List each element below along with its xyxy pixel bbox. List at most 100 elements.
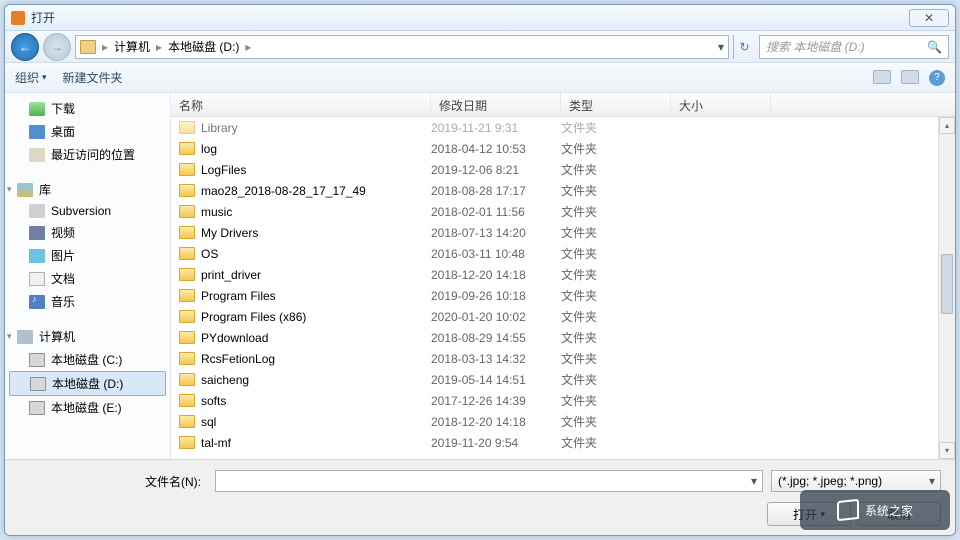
- folder-icon: [179, 163, 195, 176]
- file-row[interactable]: My Drivers2018-07-13 14:20文件夹: [171, 222, 955, 243]
- sidebar-item-svn[interactable]: Subversion: [5, 201, 170, 221]
- column-headers: 名称 修改日期 类型 大小: [171, 93, 955, 117]
- sidebar-item-label: 最近访问的位置: [51, 146, 135, 163]
- chevron-down-icon: ▾: [42, 72, 47, 83]
- video-icon: [29, 226, 45, 240]
- help-icon[interactable]: ?: [929, 70, 945, 86]
- folder-icon: [179, 205, 195, 218]
- command-toolbar: 组织▾ 新建文件夹 ?: [5, 63, 955, 93]
- new-folder-button[interactable]: 新建文件夹: [63, 69, 123, 86]
- sidebar-item-music[interactable]: 音乐: [5, 290, 170, 313]
- file-date: 2019-05-14 14:51: [431, 373, 561, 387]
- column-type[interactable]: 类型: [561, 93, 671, 116]
- file-row[interactable]: music2018-02-01 11:56文件夹: [171, 201, 955, 222]
- file-filter-select[interactable]: (*.jpg; *.jpeg; *.png): [771, 470, 941, 492]
- refresh-button[interactable]: ↻: [733, 35, 755, 59]
- chevron-right-icon[interactable]: ▸: [152, 40, 166, 54]
- chevron-right-icon[interactable]: ▸: [98, 40, 112, 54]
- file-row[interactable]: Library2019-11-21 9:31文件夹: [171, 117, 955, 138]
- file-row[interactable]: OS2016-03-11 10:48文件夹: [171, 243, 955, 264]
- file-row[interactable]: log2018-04-12 10:53文件夹: [171, 138, 955, 159]
- file-date: 2018-02-01 11:56: [431, 205, 561, 219]
- sidebar-item-drive[interactable]: 本地磁盘 (C:): [5, 348, 170, 371]
- collapse-icon[interactable]: ▾: [7, 184, 16, 195]
- file-name: saicheng: [201, 373, 249, 387]
- sidebar-item-label: 本地磁盘 (D:): [52, 375, 123, 392]
- drive-icon: [30, 377, 46, 391]
- titlebar: 打开 ✕: [5, 5, 955, 31]
- vertical-scrollbar[interactable]: ▴ ▾: [938, 117, 955, 459]
- sidebar-item-drive[interactable]: 本地磁盘 (E:): [5, 396, 170, 419]
- file-date: 2020-01-20 10:02: [431, 310, 561, 324]
- file-date: 2019-11-20 9:54: [431, 436, 561, 450]
- view-options-button[interactable]: [873, 70, 891, 84]
- crumb-computer[interactable]: 计算机: [114, 38, 150, 55]
- scroll-thumb[interactable]: [941, 254, 953, 314]
- collapse-icon[interactable]: ▾: [7, 331, 16, 342]
- sidebar-item-label: 本地磁盘 (C:): [51, 351, 122, 368]
- file-row[interactable]: Program Files (x86)2020-01-20 10:02文件夹: [171, 306, 955, 327]
- scroll-up-button[interactable]: ▴: [939, 117, 955, 134]
- dropdown-chevron-icon[interactable]: ▾: [718, 40, 724, 54]
- back-button[interactable]: ←: [11, 33, 39, 61]
- column-size[interactable]: 大小: [671, 93, 771, 116]
- doc-icon: [29, 272, 45, 286]
- sidebar-group-libraries[interactable]: ▾ 库: [5, 178, 170, 201]
- file-date: 2018-04-12 10:53: [431, 142, 561, 156]
- sidebar-item-pic[interactable]: 图片: [5, 244, 170, 267]
- file-row[interactable]: sql2018-12-20 14:18文件夹: [171, 411, 955, 432]
- file-type: 文件夹: [561, 287, 671, 304]
- sidebar-group-computer[interactable]: ▾ 计算机: [5, 325, 170, 348]
- sidebar-item-label: 视频: [51, 224, 75, 241]
- search-input[interactable]: 搜索 本地磁盘 (D:) 🔍: [759, 35, 949, 59]
- file-name: mao28_2018-08-28_17_17_49: [201, 184, 366, 198]
- folder-icon: [179, 142, 195, 155]
- sidebar-item-drive[interactable]: 本地磁盘 (D:): [9, 371, 166, 396]
- filename-input[interactable]: [215, 470, 763, 492]
- app-icon: [11, 11, 25, 25]
- folder-icon: [179, 415, 195, 428]
- pic-icon: [29, 249, 45, 263]
- file-type: 文件夹: [561, 224, 671, 241]
- file-type: 文件夹: [561, 245, 671, 262]
- close-button[interactable]: ✕: [909, 9, 949, 27]
- file-name: print_driver: [201, 268, 261, 282]
- sidebar-item-video[interactable]: 视频: [5, 221, 170, 244]
- nav-toolbar: ← → ▸ 计算机 ▸ 本地磁盘 (D:) ▸ ▾ ↻ 搜索 本地磁盘 (D:)…: [5, 31, 955, 63]
- file-type: 文件夹: [561, 266, 671, 283]
- file-row[interactable]: PYdownload2018-08-29 14:55文件夹: [171, 327, 955, 348]
- desktop-icon: [29, 125, 45, 139]
- column-name[interactable]: 名称: [171, 93, 431, 116]
- sidebar-item-dl[interactable]: 下载: [5, 97, 170, 120]
- filename-label: 文件名(N):: [19, 473, 207, 490]
- preview-pane-button[interactable]: [901, 70, 919, 84]
- watermark-text: 系统之家: [865, 502, 913, 519]
- file-row[interactable]: mao28_2018-08-28_17_17_492018-08-28 17:1…: [171, 180, 955, 201]
- search-icon[interactable]: 🔍: [927, 40, 942, 54]
- sidebar-item-label: 下载: [51, 100, 75, 117]
- file-row[interactable]: print_driver 2018-12-20 14:18文件夹: [171, 264, 955, 285]
- computer-icon: [17, 330, 33, 344]
- folder-icon: [179, 331, 195, 344]
- sidebar-item-desktop[interactable]: 桌面: [5, 120, 170, 143]
- scroll-down-button[interactable]: ▾: [939, 442, 955, 459]
- file-row[interactable]: LogFiles2019-12-06 8:21文件夹: [171, 159, 955, 180]
- file-row[interactable]: saicheng2019-05-14 14:51文件夹: [171, 369, 955, 390]
- sidebar-item-recent[interactable]: 最近访问的位置: [5, 143, 170, 166]
- file-row[interactable]: softs2017-12-26 14:39文件夹: [171, 390, 955, 411]
- sidebar-item-doc[interactable]: 文档: [5, 267, 170, 290]
- file-date: 2018-03-13 14:32: [431, 352, 561, 366]
- file-date: 2018-12-20 14:18: [431, 268, 561, 282]
- breadcrumb[interactable]: ▸ 计算机 ▸ 本地磁盘 (D:) ▸ ▾: [75, 35, 729, 59]
- sidebar-item-label: 图片: [51, 247, 75, 264]
- file-name: OS: [201, 247, 218, 261]
- file-row[interactable]: tal-mf2019-11-20 9:54文件夹: [171, 432, 955, 453]
- crumb-drive-d[interactable]: 本地磁盘 (D:): [168, 38, 239, 55]
- file-row[interactable]: RcsFetionLog2018-03-13 14:32文件夹: [171, 348, 955, 369]
- file-row[interactable]: Program Files2019-09-26 10:18文件夹: [171, 285, 955, 306]
- column-date[interactable]: 修改日期: [431, 93, 561, 116]
- file-name: Program Files: [201, 289, 276, 303]
- organize-menu[interactable]: 组织▾: [15, 69, 47, 86]
- file-type: 文件夹: [561, 434, 671, 451]
- chevron-right-icon[interactable]: ▸: [241, 40, 255, 54]
